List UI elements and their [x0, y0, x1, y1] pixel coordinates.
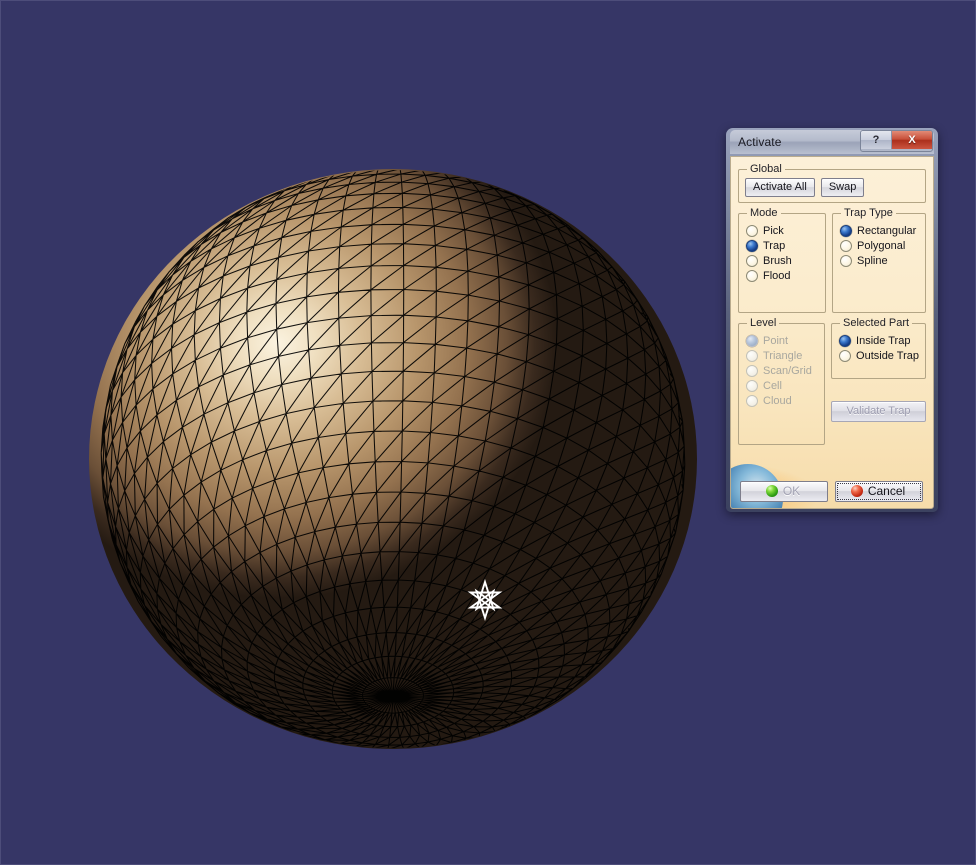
selected-part-group: Selected Part Inside Trap Outside Trap [831, 317, 926, 379]
wireframe-sphere[interactable] [89, 169, 697, 749]
mode-group-legend: Mode [747, 207, 781, 219]
radio-spline[interactable]: Spline [840, 255, 919, 267]
sphere-wireframe-mesh [89, 169, 697, 749]
radio-label: Triangle [763, 350, 802, 362]
ok-orb-icon [766, 485, 778, 497]
radio-scan-grid: Scan/Grid [746, 365, 818, 377]
radio-trap[interactable]: Trap [746, 240, 819, 252]
radio-flood[interactable]: Flood [746, 270, 819, 282]
window-buttons: ? X [860, 130, 933, 152]
radio-dot-icon [840, 240, 852, 252]
dialog-title: Activate [738, 135, 782, 149]
radio-label: Cloud [763, 395, 792, 407]
radio-dot-icon [746, 255, 758, 267]
level-radio-list: Point Triangle Scan/Grid Cell Cloud [745, 335, 818, 407]
star-cursor-icon [463, 578, 507, 622]
dialog-body: Global Activate All Swap Mode Pick Trap Br… [730, 156, 934, 509]
radio-label: Polygonal [857, 240, 905, 252]
radio-label: Spline [857, 255, 888, 267]
radio-dot-icon [746, 240, 758, 252]
radio-dot-icon [840, 225, 852, 237]
cancel-button[interactable]: Cancel [835, 481, 923, 502]
ok-button-label: OK [783, 484, 800, 498]
radio-triangle: Triangle [746, 350, 818, 362]
activate-all-button[interactable]: Activate All [745, 178, 815, 197]
trap-type-group-legend: Trap Type [841, 207, 896, 219]
radio-label: Brush [763, 255, 792, 267]
radio-dot-icon [746, 270, 758, 282]
radio-label: Outside Trap [856, 350, 919, 362]
selected-part-radio-list: Inside Trap Outside Trap [838, 335, 919, 362]
radio-label: Trap [763, 240, 785, 252]
ok-button[interactable]: OK [740, 481, 828, 502]
radio-label: Pick [763, 225, 784, 237]
radio-point: Point [746, 335, 818, 347]
radio-dot-icon [840, 255, 852, 267]
radio-cell: Cell [746, 380, 818, 392]
dialog-titlebar[interactable]: Activate ? X [730, 130, 934, 154]
global-group-legend: Global [747, 163, 785, 175]
radio-label: Scan/Grid [763, 365, 812, 377]
level-group: Level Point Triangle Scan/Grid Cell Cloud [738, 317, 825, 445]
radio-dot-icon [839, 350, 851, 362]
radio-label: Inside Trap [856, 335, 910, 347]
radio-outside-trap[interactable]: Outside Trap [839, 350, 919, 362]
cancel-orb-icon [851, 485, 863, 497]
radio-rectangular[interactable]: Rectangular [840, 225, 919, 237]
cancel-button-label: Cancel [868, 484, 905, 498]
radio-dot-icon [746, 350, 758, 362]
global-group: Global Activate All Swap [738, 163, 926, 203]
close-icon[interactable]: X [892, 131, 932, 149]
selected-part-group-legend: Selected Part [840, 317, 912, 329]
activate-dialog[interactable]: Activate ? X Global Activate All Swap Mo [726, 128, 938, 512]
trap-type-group: Trap Type Rectangular Polygonal Spline [832, 207, 926, 313]
radio-label: Point [763, 335, 788, 347]
radio-brush[interactable]: Brush [746, 255, 819, 267]
mode-group: Mode Pick Trap Brush Flood [738, 207, 826, 313]
help-icon[interactable]: ? [861, 131, 892, 149]
radio-dot-icon [839, 335, 851, 347]
radio-dot-icon [746, 365, 758, 377]
radio-pick[interactable]: Pick [746, 225, 819, 237]
radio-inside-trap[interactable]: Inside Trap [839, 335, 919, 347]
swap-button[interactable]: Swap [821, 178, 865, 197]
radio-dot-icon [746, 380, 758, 392]
radio-polygonal[interactable]: Polygonal [840, 240, 919, 252]
radio-dot-icon [746, 335, 758, 347]
validate-trap-button[interactable]: Validate Trap [831, 401, 926, 422]
mode-radio-list: Pick Trap Brush Flood [745, 225, 819, 282]
radio-dot-icon [746, 225, 758, 237]
radio-cloud: Cloud [746, 395, 818, 407]
trap-type-radio-list: Rectangular Polygonal Spline [839, 225, 919, 267]
dialog-footer: OK Cancel [731, 481, 933, 502]
radio-label: Cell [763, 380, 782, 392]
level-group-legend: Level [747, 317, 779, 329]
radio-label: Flood [763, 270, 791, 282]
radio-label: Rectangular [857, 225, 916, 237]
radio-dot-icon [746, 395, 758, 407]
